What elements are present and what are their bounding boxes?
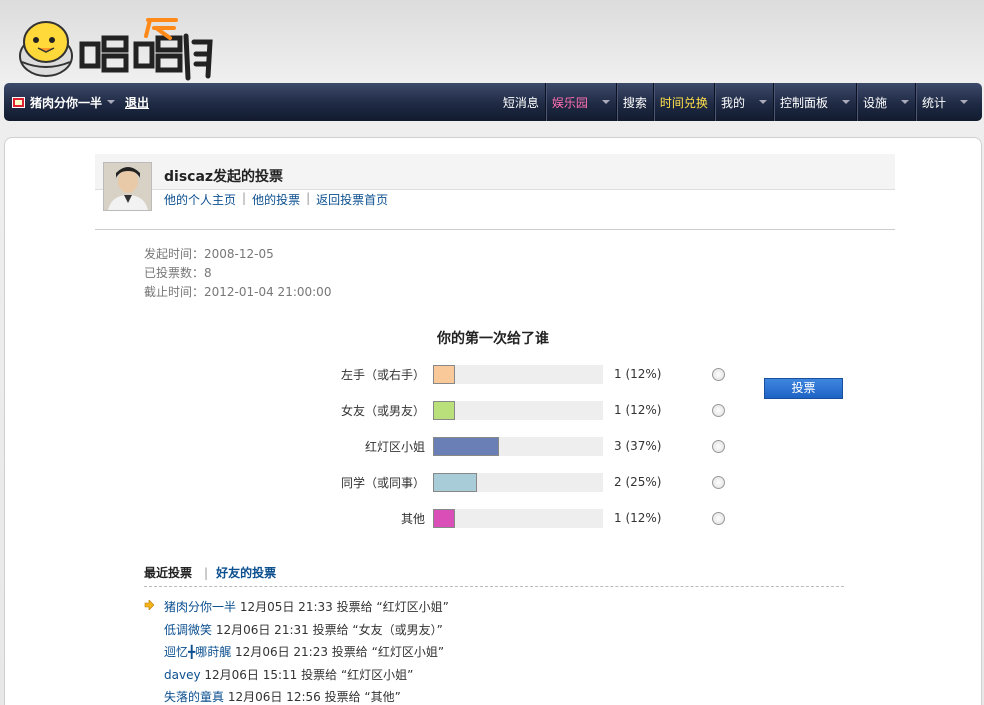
vote-count: 已投票数：8 <box>144 266 212 280</box>
site-logo[interactable] <box>14 14 214 84</box>
poll-option: 红灯区小姐 3 (37%) <box>5 434 983 458</box>
user-card-icon <box>12 96 25 108</box>
chevron-down-icon[interactable] <box>758 100 767 104</box>
option-label: 同学（或同事） <box>340 476 425 490</box>
option-bar-track <box>433 437 603 456</box>
nav-item-label: 控制面板 <box>779 95 828 110</box>
his-polls-link[interactable]: 他的投票 <box>252 191 300 208</box>
nav-item-label: 设施 <box>862 95 887 110</box>
vote-detail: 12月05日 21:33 投票给 “红灯区小姐” <box>236 600 449 614</box>
option-radio[interactable] <box>712 368 725 381</box>
end-time: 截止时间：2012-01-04 21:00:00 <box>144 285 332 299</box>
top-nav-bar: 猪肉分你一半 退出 短消息 娱乐园 搜索 时间兑换 我的 控制面板 设施 统计 <box>4 83 982 121</box>
tabs-divider <box>144 586 844 587</box>
chevron-down-icon[interactable] <box>107 100 116 104</box>
nav-item-label: 统计 <box>921 95 946 110</box>
nav-menu: 短消息 娱乐园 搜索 时间兑换 我的 控制面板 设施 统计 <box>497 83 974 121</box>
poll-question: 你的第一次给了谁 <box>437 331 549 347</box>
option-bar-fill <box>433 365 455 384</box>
nav-item-label: 娱乐园 <box>551 95 588 110</box>
option-bar-track <box>433 509 603 528</box>
logo-wordmark <box>79 18 213 81</box>
nav-item-label: 时间兑换 <box>659 95 708 110</box>
tab-separator: | <box>204 565 209 580</box>
option-radio[interactable] <box>712 404 725 417</box>
avatar[interactable] <box>103 162 152 211</box>
nav-username[interactable]: 猪肉分你一半 <box>30 94 102 111</box>
option-result: 1 (12%) <box>614 511 662 525</box>
option-bar-fill <box>433 473 477 492</box>
nav-item-2[interactable]: 搜索 <box>615 83 653 121</box>
chevron-down-icon[interactable] <box>900 100 909 104</box>
chevron-down-icon[interactable] <box>601 100 610 104</box>
profile-link[interactable]: 他的个人主页 <box>164 191 236 208</box>
tab-recent-votes[interactable]: 最近投票 <box>144 564 192 581</box>
option-result: 1 (12%) <box>614 403 662 417</box>
user-avatar-icon <box>104 163 151 210</box>
voter-name[interactable]: 失落的童真 <box>164 690 224 704</box>
list-item: 迴忆╋哪莳艉 12月06日 21:23 投票给 “红灯区小姐” <box>144 643 444 660</box>
option-result: 1 (12%) <box>614 367 662 381</box>
option-bar-track <box>433 365 603 384</box>
nav-user-area: 猪肉分你一半 退出 <box>12 83 149 121</box>
option-result: 2 (25%) <box>614 475 662 489</box>
arrow-right-icon <box>144 600 154 610</box>
nav-item-1[interactable]: 娱乐园 <box>544 83 616 121</box>
list-item: davey 12月06日 15:11 投票给 “红灯区小姐” <box>144 666 413 683</box>
nav-item-3[interactable]: 时间兑换 <box>652 83 714 121</box>
option-bar-track <box>433 401 603 420</box>
poll-home-link[interactable]: 返回投票首页 <box>316 191 388 208</box>
option-radio[interactable] <box>712 512 725 525</box>
poll-title: discaz发起的投票 <box>164 169 284 185</box>
option-radio[interactable] <box>712 476 725 489</box>
voter-name[interactable]: 迴忆╋哪莳艉 <box>164 645 231 659</box>
option-label: 红灯区小姐 <box>364 440 425 454</box>
poll-option: 女友（或男友） 1 (12%) <box>5 398 983 422</box>
poll-option: 其他 1 (12%) <box>5 506 983 530</box>
list-item: 猪肉分你一半 12月05日 21:33 投票给 “红灯区小姐” <box>144 598 449 615</box>
option-result: 3 (37%) <box>614 439 662 453</box>
voter-name[interactable]: 猪肉分你一半 <box>164 600 236 614</box>
option-label: 女友（或男友） <box>340 404 425 418</box>
nav-item-label: 短消息 <box>502 95 539 110</box>
link-separator: | <box>242 191 247 205</box>
nav-item-4[interactable]: 我的 <box>713 83 773 121</box>
vote-detail: 12月06日 21:23 投票给 “红灯区小姐” <box>231 645 445 659</box>
chevron-down-icon[interactable] <box>960 100 968 104</box>
vote-button[interactable]: 投票 <box>764 378 843 399</box>
option-radio[interactable] <box>712 440 725 453</box>
nav-item-6[interactable]: 设施 <box>855 83 915 121</box>
nav-item-label: 我的 <box>720 95 745 110</box>
option-bar-fill <box>433 401 455 420</box>
poll-option: 同学（或同事） 2 (25%) <box>5 470 983 494</box>
start-time: 发起时间：2008-12-05 <box>144 247 274 261</box>
voter-name[interactable]: davey <box>164 668 201 682</box>
option-label: 其他 <box>400 512 425 526</box>
link-separator: | <box>306 191 311 205</box>
main-panel: discaz发起的投票 他的个人主页 | 他的投票 | 返回投票首页 发起时间：… <box>4 137 982 705</box>
chevron-down-icon[interactable] <box>841 100 850 104</box>
list-item: 低调微笑 12月06日 21:31 投票给 “女友（或男友）” <box>144 621 443 638</box>
bird-logo-icon <box>19 21 73 77</box>
vote-detail: 12月06日 15:11 投票给 “红灯区小姐” <box>200 667 414 682</box>
logout-link[interactable]: 退出 <box>125 94 149 111</box>
recent-tabs: 最近投票 | 好友的投票 <box>144 564 276 581</box>
poll-meta: 发起时间：2008-12-05 已投票数：8 截止时间：2012-01-04 2… <box>144 245 331 302</box>
option-bar-fill <box>433 509 455 528</box>
tab-friend-votes[interactable]: 好友的投票 <box>216 564 276 581</box>
nav-item-0[interactable]: 短消息 <box>497 83 545 121</box>
option-label: 左手（或右手） <box>340 368 425 382</box>
poll-links: 他的个人主页 | 他的投票 | 返回投票首页 <box>164 191 388 208</box>
nav-item-7[interactable]: 统计 <box>914 83 974 121</box>
option-bar-track <box>433 473 603 492</box>
nav-item-label: 搜索 <box>622 95 647 110</box>
option-bar-fill <box>433 437 499 456</box>
list-item: 失落的童真 12月06日 12:56 投票给 “其他” <box>144 688 401 705</box>
vote-detail: 12月06日 21:31 投票给 “女友（或男友）” <box>212 622 443 637</box>
nav-item-5[interactable]: 控制面板 <box>772 83 856 121</box>
vote-detail: 12月06日 12:56 投票给 “其他” <box>224 690 401 704</box>
voter-name[interactable]: 低调微笑 <box>164 623 212 637</box>
header-divider <box>95 229 895 230</box>
